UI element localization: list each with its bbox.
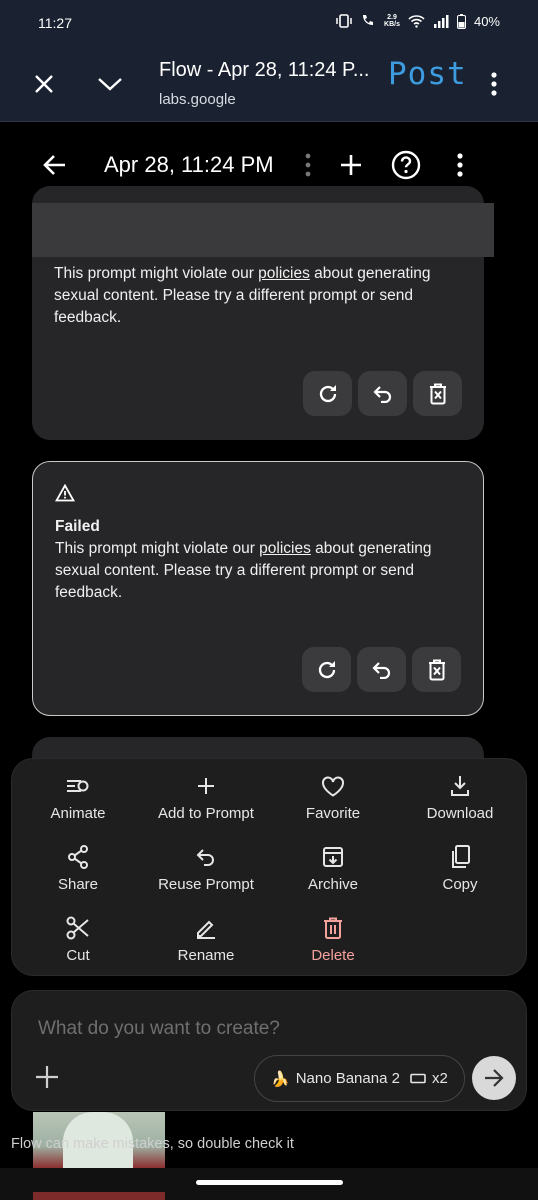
wifi-icon <box>408 14 425 28</box>
chevron-down-icon <box>98 78 122 91</box>
refresh-icon <box>319 384 336 402</box>
download-option[interactable]: Download <box>396 773 524 822</box>
delete-x-icon <box>428 659 445 680</box>
delete-option[interactable]: Delete <box>269 915 397 964</box>
close-icon <box>35 75 53 93</box>
home-indicator[interactable] <box>196 1180 343 1185</box>
page-domain: labs.google <box>159 91 236 108</box>
browser-toolbar: Flow - Apr 28, 11:24 P... labs.google Po… <box>0 44 538 122</box>
plus-icon <box>341 155 361 175</box>
dismiss-button[interactable] <box>412 647 461 692</box>
minimize-button[interactable] <box>90 64 130 104</box>
card-message: This prompt might violate our policies a… <box>55 540 432 601</box>
animate-option[interactable]: Animate <box>14 773 142 822</box>
delete-x-icon <box>429 383 446 404</box>
help-icon <box>391 150 421 180</box>
reuse-prompt-button[interactable] <box>357 647 406 692</box>
copy-option[interactable]: Copy <box>396 844 524 893</box>
card-actions <box>303 371 462 416</box>
send-button[interactable] <box>472 1056 516 1100</box>
battery-icon <box>456 13 466 29</box>
more-vert-icon <box>491 72 497 96</box>
animate-icon <box>67 780 89 792</box>
plus-icon <box>36 1066 58 1088</box>
undo-icon <box>371 661 390 679</box>
arrow-back-icon <box>43 155 65 175</box>
status-icons: 2.9 KB/s 40% <box>336 13 500 29</box>
reuse-prompt-button[interactable] <box>358 371 407 416</box>
network-speed: 2.9 KB/s <box>384 14 400 28</box>
refresh-icon <box>318 660 335 678</box>
output-count: x2 <box>431 1070 448 1087</box>
vibrate-icon <box>336 14 352 28</box>
help-button[interactable] <box>386 145 426 185</box>
reuse-prompt-option[interactable]: Reuse Prompt <box>142 844 270 893</box>
undo-icon <box>372 385 391 403</box>
retry-button[interactable] <box>302 647 351 692</box>
back-button[interactable] <box>35 145 75 185</box>
rename-option[interactable]: Rename <box>142 915 270 964</box>
battery-percent: 40% <box>473 13 500 29</box>
cut-option[interactable]: Cut <box>14 915 142 964</box>
prompt-input[interactable]: What do you want to create? <box>38 1018 280 1040</box>
share-option[interactable]: Share <box>14 844 142 893</box>
more-vert-icon <box>457 153 463 177</box>
failed-status: Failed <box>55 518 100 535</box>
close-button[interactable] <box>24 64 64 104</box>
retry-button[interactable] <box>303 371 352 416</box>
card-actions <box>302 647 461 692</box>
prompt-box: What do you want to create? 🍌 Nano Banan… <box>11 990 527 1111</box>
arrow-forward-icon <box>485 1069 504 1087</box>
wifi-call-icon <box>363 15 374 25</box>
dismiss-button[interactable] <box>413 371 462 416</box>
download-icon <box>451 776 469 796</box>
pencil-icon <box>197 920 215 939</box>
add-media-button[interactable] <box>34 1064 60 1095</box>
project-options-button[interactable] <box>288 145 328 185</box>
app-header: Apr 28, 11:24 PM <box>0 140 538 190</box>
failed-card: Failed This prompt might violate our pol… <box>32 461 484 716</box>
banana-icon: 🍌 <box>271 1070 290 1088</box>
model-name: Nano Banana 2 <box>295 1070 400 1087</box>
archive-icon <box>323 847 343 867</box>
aspect-ratio-icon <box>410 1073 426 1084</box>
add-to-prompt-option[interactable]: Add to Prompt <box>142 773 270 822</box>
image-thumbnail-2[interactable] <box>33 1192 165 1200</box>
action-menu: Animate Add to Prompt Favorite Download … <box>11 758 527 976</box>
status-time: 11:27 <box>38 15 72 31</box>
copy-icon <box>452 845 470 868</box>
heart-icon <box>322 775 344 797</box>
share-icon <box>68 845 88 869</box>
card-message: This prompt might violate our policies a… <box>54 265 431 326</box>
undo-icon <box>196 849 214 866</box>
model-selector[interactable]: 🍌 Nano Banana 2 x2 <box>254 1055 465 1102</box>
signal-icon <box>433 14 449 28</box>
browser-menu-button[interactable] <box>474 64 514 104</box>
warning-icon <box>55 484 75 502</box>
generation-card: This prompt might violate our policies a… <box>32 186 494 440</box>
drag-dots-icon <box>305 153 311 177</box>
card-header-placeholder <box>32 203 494 257</box>
plus-icon <box>198 778 214 794</box>
scissors-icon <box>66 916 89 940</box>
archive-option[interactable]: Archive <box>269 844 397 893</box>
policies-link[interactable]: policies <box>259 540 311 557</box>
status-bar: 11:27 2.9 KB/s 40% <box>0 0 538 44</box>
project-date: Apr 28, 11:24 PM <box>104 152 274 177</box>
app-menu-button[interactable] <box>440 145 480 185</box>
page-title: Flow - Apr 28, 11:24 P... <box>159 59 370 81</box>
trash-icon <box>324 917 342 939</box>
favorite-option[interactable]: Favorite <box>269 773 397 822</box>
new-button[interactable] <box>331 145 371 185</box>
post-button[interactable]: Post <box>388 56 467 92</box>
policies-link[interactable]: policies <box>258 265 310 282</box>
disclaimer-text: Flow can make mistakes, so double check … <box>11 1136 294 1152</box>
